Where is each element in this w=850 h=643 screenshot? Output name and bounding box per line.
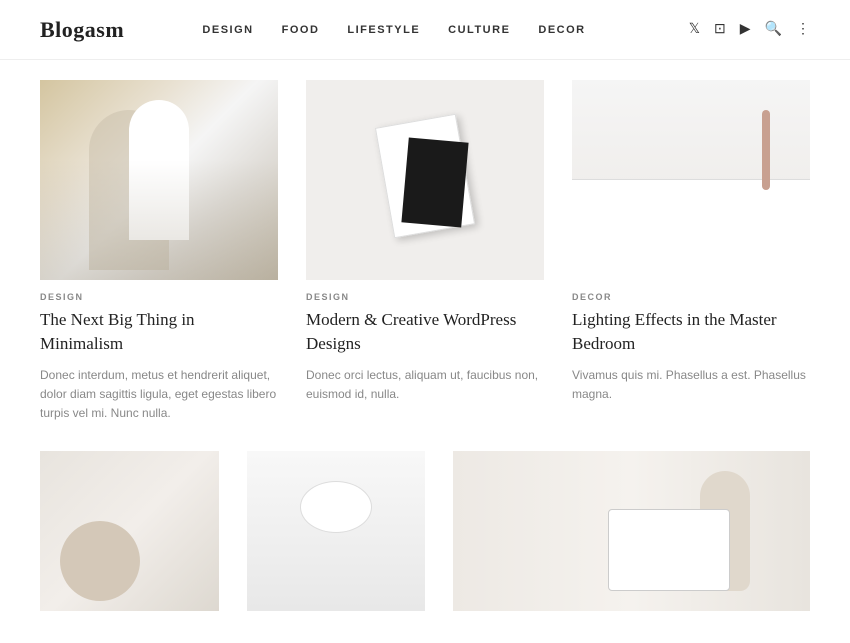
header-icons:  𝕏 ⊡ ▶ 🔍 ⋮ [664,21,810,38]
article-image[interactable] [40,80,278,280]
article-card [40,451,219,623]
bottom-articles-grid [40,451,810,623]
nav-decor[interactable]: DECOR [538,24,585,36]
article-card: DECOR Lighting Effects in the Master Bed… [572,80,810,423]
article-card [453,451,810,623]
nav-lifestyle[interactable]: LIFESTYLE [347,24,420,36]
article-title[interactable]: Modern & Creative WordPress Designs [306,308,544,356]
article-image[interactable] [40,451,219,611]
instagram-icon[interactable]: ⊡ [714,21,726,38]
article-image[interactable] [453,451,810,611]
article-category: DESIGN [306,292,544,302]
article-title[interactable]: Lighting Effects in the Master Bedroom [572,308,810,356]
article-card [247,451,426,623]
facebook-icon[interactable]:  [664,22,675,38]
nav-food[interactable]: FOOD [282,24,320,36]
article-excerpt: Donec orci lectus, aliquam ut, faucibus … [306,366,544,404]
article-card: DESIGN The Next Big Thing in Minimalism … [40,80,278,423]
article-category: DESIGN [40,292,278,302]
search-icon[interactable]: 🔍 [765,21,782,38]
site-logo[interactable]: Blogasm [40,17,124,43]
site-header: Blogasm DESIGN FOOD LIFESTYLE CULTURE DE… [0,0,850,60]
nav-design[interactable]: DESIGN [202,24,253,36]
article-image[interactable] [247,451,426,611]
article-card: DESIGN Modern & Creative WordPress Desig… [306,80,544,423]
article-excerpt: Donec interdum, metus et hendrerit aliqu… [40,366,278,424]
article-title[interactable]: The Next Big Thing in Minimalism [40,308,278,356]
main-nav: DESIGN FOOD LIFESTYLE CULTURE DECOR [202,24,585,36]
youtube-icon[interactable]: ▶ [740,21,751,38]
article-image[interactable] [572,80,810,280]
article-image[interactable] [306,80,544,280]
article-category: DECOR [572,292,810,302]
articles-grid: DESIGN The Next Big Thing in Minimalism … [40,80,810,423]
twitter-icon[interactable]: 𝕏 [689,21,700,38]
main-content: DESIGN The Next Big Thing in Minimalism … [0,60,850,643]
nav-culture[interactable]: CULTURE [448,24,510,36]
article-excerpt: Vivamus quis mi. Phasellus a est. Phasel… [572,366,810,404]
menu-icon[interactable]: ⋮ [796,21,810,38]
